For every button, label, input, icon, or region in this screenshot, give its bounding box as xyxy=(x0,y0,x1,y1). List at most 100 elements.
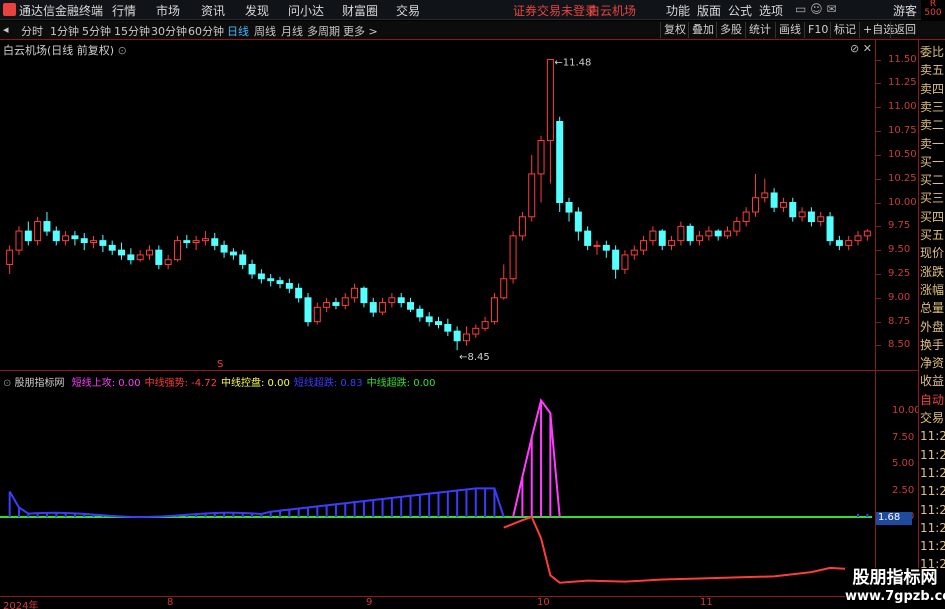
candle-body xyxy=(770,192,778,208)
sidebar-item[interactable]: 买三 xyxy=(920,190,945,207)
price-tick xyxy=(876,131,881,133)
btn-biaoji[interactable]: 标记 xyxy=(830,22,859,38)
candle-body xyxy=(462,333,470,342)
guest-label[interactable]: 游客 xyxy=(893,2,917,19)
window-controls-icon[interactable]: ▭ ☺ ✉ xyxy=(795,2,837,16)
btn-fuquan[interactable]: 复权 xyxy=(660,22,689,38)
indicator-tick-label: 5.00 xyxy=(892,458,915,469)
sidebar-item[interactable]: 涨跌 xyxy=(920,264,945,281)
period-30min[interactable]: 30分钟 xyxy=(151,23,187,39)
sidebar-item[interactable]: 委比 xyxy=(920,44,945,61)
candle-body xyxy=(388,297,396,304)
candle-body xyxy=(798,211,806,218)
sidebar-item[interactable]: 11:29 xyxy=(920,520,945,537)
date-axis-line xyxy=(0,596,875,597)
period-60min[interactable]: 60分钟 xyxy=(188,23,224,39)
candle-body xyxy=(99,240,107,246)
period-fenshi[interactable]: 分时 xyxy=(21,23,43,39)
sidebar-item[interactable]: 外盘 xyxy=(920,319,945,336)
candle-body xyxy=(742,211,750,223)
btn-huaxian[interactable]: 画线 xyxy=(775,22,804,38)
btn-tongji[interactable]: 统计 xyxy=(745,22,774,38)
period-monthly[interactable]: 月线 xyxy=(281,23,303,39)
indicator-chart[interactable] xyxy=(0,385,875,595)
sidebar-item[interactable]: 11:29 xyxy=(920,465,945,482)
candle-body xyxy=(248,263,256,275)
period-more[interactable]: 更多 > xyxy=(343,23,378,39)
current-stock-name: 白云机场 xyxy=(588,4,637,18)
period-5min[interactable]: 5分钟 xyxy=(82,23,111,39)
menu-caifuquan[interactable]: 财富圈 xyxy=(342,2,378,19)
sidebar-item[interactable]: 卖三 xyxy=(920,99,945,116)
candle-body xyxy=(845,240,853,246)
sidebar-item[interactable]: 11:29 xyxy=(920,447,945,464)
login-notice[interactable]: 证券交易未登录 xyxy=(513,2,597,19)
sidebar-item[interactable]: 11:29 xyxy=(920,428,945,445)
menu-shichang[interactable]: 市场 xyxy=(156,2,180,19)
menu-wenxiaoda[interactable]: 问小达 xyxy=(288,2,324,19)
sidebar-item[interactable]: 卖四 xyxy=(920,81,945,98)
price-tick xyxy=(876,59,881,61)
sidebar-item[interactable]: 换手 xyxy=(920,337,945,354)
candle-body xyxy=(379,302,387,313)
candle-body xyxy=(90,240,98,244)
candle-body xyxy=(192,240,200,244)
sidebar-item[interactable]: 净资 xyxy=(920,355,945,372)
period-daily[interactable]: 日线 xyxy=(227,23,249,39)
sidebar-item[interactable]: 买二 xyxy=(920,172,945,189)
sidebar-item[interactable]: 11:29 xyxy=(920,538,945,555)
price-tick xyxy=(876,226,881,228)
sidebar-item[interactable]: 11:29 xyxy=(920,483,945,500)
period-multi[interactable]: 多周期 xyxy=(307,23,340,39)
price-tick-label: 9.25 xyxy=(888,267,911,279)
btn-duogu[interactable]: 多股 xyxy=(716,22,745,38)
sidebar-item[interactable]: 现价 xyxy=(920,245,945,262)
candle-body xyxy=(807,211,815,223)
sidebar-item[interactable]: 自动 xyxy=(920,392,945,409)
candle-body xyxy=(658,230,666,246)
sidebar-item[interactable]: 买一 xyxy=(920,154,945,171)
menu-banmian[interactable]: 版面 xyxy=(697,2,721,19)
period-toolbar: ◂ 分时 1分钟 5分钟 15分钟 30分钟 60分钟 日线 周线 月线 多周期… xyxy=(0,21,945,40)
candle-body xyxy=(211,238,219,246)
sidebar-item[interactable]: 卖一 xyxy=(920,136,945,153)
sidebar-item[interactable]: 收益 xyxy=(920,373,945,390)
menu-xuanxiang[interactable]: 选项 xyxy=(759,2,783,19)
sidebar-item[interactable]: 交易 xyxy=(920,410,945,427)
menu-jiaoyi[interactable]: 交易 xyxy=(396,2,420,19)
price-tick xyxy=(876,321,881,323)
watermark-line2: www.7gpzb.com xyxy=(845,589,945,604)
candle-body xyxy=(34,221,42,242)
candle-body xyxy=(863,230,871,237)
breakout-line xyxy=(512,398,561,518)
candlestick-chart[interactable]: ←11.48 ←8.45 xyxy=(0,40,875,370)
menu-zixun[interactable]: 资讯 xyxy=(201,2,225,19)
price-tick xyxy=(876,178,881,180)
period-weekly[interactable]: 周线 xyxy=(254,23,276,39)
toolbar-back-icon[interactable]: ◂ xyxy=(3,23,9,36)
sidebar-item[interactable]: 总量 xyxy=(920,300,945,317)
menu-gongneng[interactable]: 功能 xyxy=(666,2,690,19)
candle-body xyxy=(779,202,787,208)
btn-fanhui[interactable]: 返回 xyxy=(890,22,919,38)
sidebar-item[interactable]: 涨幅 xyxy=(920,282,945,299)
menu-gongshi[interactable]: 公式 xyxy=(728,2,752,19)
sidebar-item[interactable]: 买四 xyxy=(920,209,945,226)
period-15min[interactable]: 15分钟 xyxy=(114,23,150,39)
menu-faxian[interactable]: 发现 xyxy=(245,2,269,19)
sidebar-item[interactable]: 卖五 xyxy=(920,62,945,79)
sidebar-item[interactable]: 11:29 xyxy=(920,502,945,519)
price-tick-label: 10.00 xyxy=(888,196,917,208)
candle-body xyxy=(854,235,862,242)
app-title: 通达信金融终端 xyxy=(19,4,104,18)
menu-hangqing[interactable]: 行情 xyxy=(112,2,136,19)
period-1min[interactable]: 1分钟 xyxy=(50,23,79,39)
candle-body xyxy=(593,244,601,247)
candle-body xyxy=(835,240,843,246)
app-window: 通达信金融终端 行情 市场 资讯 发现 问小达 财富圈 交易 证券交易未登录 白… xyxy=(0,0,945,609)
sidebar-item[interactable]: 买五 xyxy=(920,227,945,244)
candle-body xyxy=(649,230,657,242)
sidebar-item[interactable]: 卖二 xyxy=(920,117,945,134)
btn-diejia[interactable]: 叠加 xyxy=(688,22,717,38)
btn-f10[interactable]: F10 xyxy=(804,22,831,38)
